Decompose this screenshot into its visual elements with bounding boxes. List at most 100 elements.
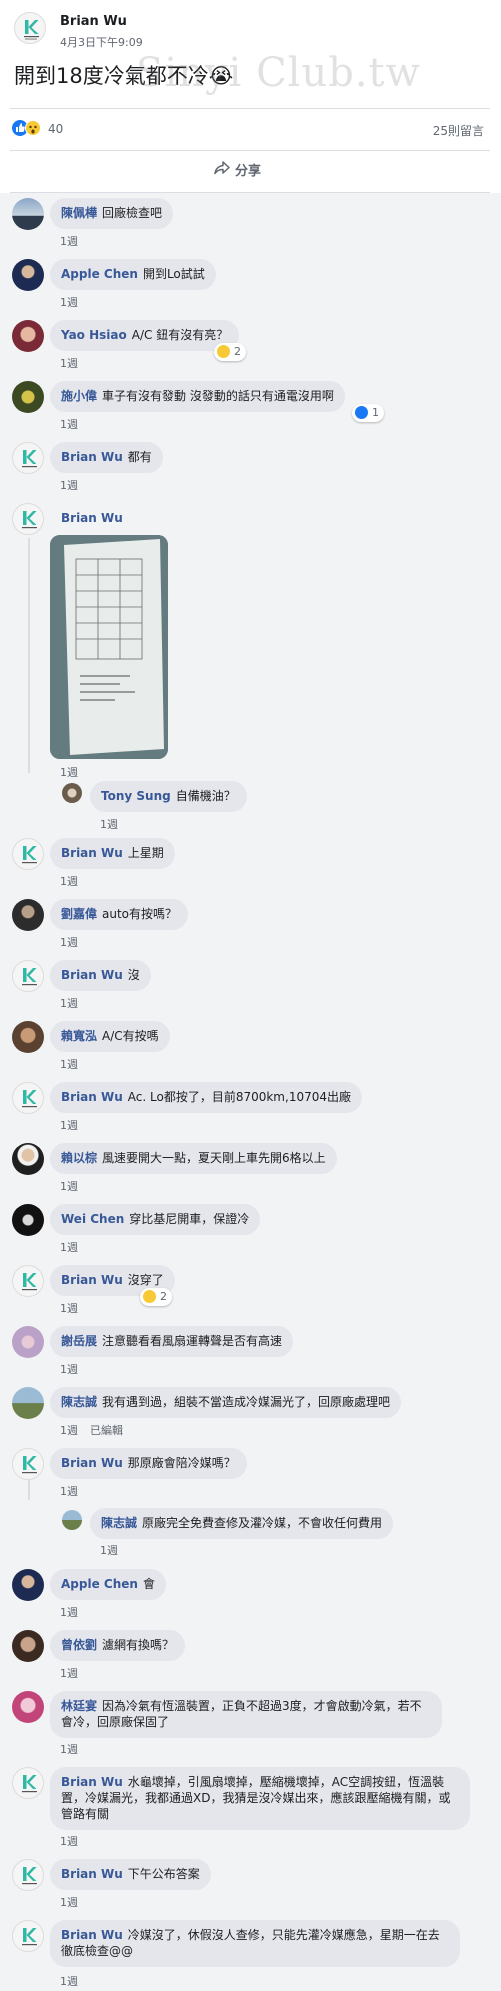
author-avatar[interactable] — [14, 12, 46, 44]
comment-bubble: Brian Wu 都有 — [50, 442, 163, 473]
reactions-bar[interactable]: 40 25則留言 — [12, 118, 490, 142]
avatar[interactable] — [12, 259, 44, 291]
comment-text: 我有遇到過，組裝不當造成冷媒漏光了，回原廠處理吧 — [102, 1395, 391, 1409]
avatar[interactable] — [12, 1767, 44, 1799]
avatar[interactable] — [12, 1143, 44, 1175]
avatar[interactable] — [12, 899, 44, 931]
commenter-name[interactable]: Yao Hsiao — [61, 328, 127, 342]
comment-bubble: Brian Wu 下午公布答案 — [50, 1859, 211, 1890]
commenter-name[interactable]: Apple Chen — [61, 1577, 138, 1591]
avatar[interactable] — [12, 1326, 44, 1358]
comment-time[interactable]: 1週 — [60, 1833, 78, 1849]
comment-time[interactable]: 1週 — [60, 764, 78, 780]
commenter-name[interactable]: Wei Chen — [61, 1212, 124, 1226]
avatar[interactable] — [12, 198, 44, 230]
comment-time[interactable]: 1週 — [60, 1056, 78, 1072]
comment-bubble: 施小偉 車子有沒有發動 沒發動的話只有通電沒用啊 — [50, 381, 345, 412]
avatar[interactable] — [12, 1859, 44, 1891]
commenter-name[interactable]: Brian Wu — [61, 846, 123, 860]
commenter-name[interactable]: Apple Chen — [61, 267, 138, 281]
comment-time[interactable]: 1週 — [60, 233, 78, 249]
avatar[interactable] — [12, 381, 44, 413]
avatar[interactable] — [12, 503, 44, 535]
comment-time[interactable]: 1週 — [100, 1542, 118, 1558]
commenter-name[interactable]: 曾依劉 — [61, 1638, 97, 1652]
comment-text: 注意聽看看風扇運轉聲是否有高速 — [102, 1334, 283, 1348]
comment-time[interactable]: 1週 — [60, 1741, 78, 1757]
comment-bubble: 賴以棕 風速要開大一點，夏天剛上車先開6格以上 — [50, 1143, 337, 1174]
commenter-name[interactable]: Tony Sung — [101, 789, 171, 803]
commenter-name[interactable]: 陳佩樺 — [61, 206, 97, 220]
avatar[interactable] — [62, 1510, 82, 1530]
share-label: 分享 — [235, 164, 262, 179]
comment-text: 濾網有換嗎？ — [102, 1638, 175, 1652]
comment-time[interactable]: 1週 — [60, 873, 78, 889]
avatar[interactable] — [12, 320, 44, 352]
commenter-name[interactable]: 賴寬泓 — [61, 1029, 97, 1043]
commenter-name[interactable]: Brian Wu — [61, 1273, 123, 1287]
commenter-name[interactable]: Brian Wu — [61, 1928, 123, 1942]
commenter-name[interactable]: Brian Wu — [61, 511, 123, 525]
commenter-name[interactable]: 劉嘉偉 — [61, 907, 97, 921]
comment-time[interactable]: 1週 — [100, 816, 118, 832]
commenter-name[interactable]: Brian Wu — [61, 1867, 123, 1881]
comment-time[interactable]: 1週 — [60, 1239, 78, 1255]
commenter-name[interactable]: 陳志誠 — [61, 1395, 97, 1409]
commenter-name[interactable]: Brian Wu — [61, 450, 123, 464]
avatar[interactable] — [12, 960, 44, 992]
commenter-name[interactable]: Brian Wu — [61, 1090, 123, 1104]
commenter-name[interactable]: Brian Wu — [61, 1456, 123, 1470]
reaction-badge[interactable]: 2 — [140, 1288, 172, 1306]
avatar[interactable] — [62, 783, 82, 803]
commenter-name[interactable]: Brian Wu — [61, 1775, 123, 1789]
post-author-name[interactable]: Brian Wu — [60, 14, 127, 29]
comment-time[interactable]: 1週 — [60, 1604, 78, 1620]
reaction-badge[interactable]: 1 — [352, 404, 384, 422]
commenter-name[interactable]: Brian Wu — [61, 968, 123, 982]
avatar[interactable] — [12, 1204, 44, 1236]
avatar[interactable] — [12, 1082, 44, 1114]
comment-text: 因為冷氣有恆溫裝置，正負不超過3度，才會啟動冷氣，若不會冷，回原廠保固了 — [61, 1699, 422, 1729]
comment-time[interactable]: 1週 — [60, 995, 78, 1011]
commenter-name[interactable]: 陳志誠 — [101, 1516, 137, 1530]
comment-time[interactable]: 1週 — [60, 1973, 78, 1989]
comment-time[interactable]: 1週 — [60, 355, 78, 371]
comment-time[interactable]: 1週 — [60, 1178, 78, 1194]
comment-time[interactable]: 1週 — [60, 416, 78, 432]
comment-time[interactable]: 1週 — [60, 294, 78, 310]
comment-time[interactable]: 1週 — [60, 1665, 78, 1681]
avatar[interactable] — [12, 1021, 44, 1053]
comment-photo[interactable] — [50, 535, 168, 759]
comment-time[interactable]: 1週 — [60, 1894, 78, 1910]
avatar[interactable] — [12, 838, 44, 870]
comment-bubble: 曾依劉 濾網有換嗎？ — [50, 1630, 186, 1661]
comment-time[interactable]: 1週 — [60, 1483, 78, 1499]
comment-time[interactable]: 1週 — [60, 1361, 78, 1377]
edited-label[interactable]: 已編輯 — [90, 1424, 123, 1437]
avatar[interactable] — [12, 442, 44, 474]
avatar[interactable] — [12, 1630, 44, 1662]
share-button[interactable]: 分享 — [214, 160, 262, 179]
comment-bubble: Yao Hsiao A/C 鈕有沒有亮？ — [50, 320, 240, 351]
commenter-name[interactable]: 施小偉 — [61, 389, 97, 403]
avatar[interactable] — [12, 1569, 44, 1601]
post-timestamp[interactable]: 4月3日下午9:09 — [60, 34, 143, 50]
avatar[interactable] — [12, 1448, 44, 1480]
avatar[interactable] — [12, 1387, 44, 1419]
avatar[interactable] — [12, 1920, 44, 1952]
avatar[interactable] — [12, 1691, 44, 1723]
comment-time[interactable]: 1週 — [60, 477, 78, 493]
comment-time[interactable]: 1週 已編輯 — [60, 1422, 123, 1438]
avatar[interactable] — [12, 1265, 44, 1297]
comment-time[interactable]: 1週 — [60, 1300, 78, 1316]
comment-text: 沒穿了 — [127, 1273, 164, 1287]
reaction-badge[interactable]: 2 — [214, 343, 246, 361]
comment-count[interactable]: 25則留言 — [433, 122, 484, 139]
comment-time[interactable]: 1週 — [60, 1117, 78, 1133]
comment-time[interactable]: 1週 — [60, 934, 78, 950]
comment-bubble: Brian Wu — [50, 503, 139, 530]
commenter-name[interactable]: 謝岳展 — [61, 1334, 97, 1348]
commenter-name[interactable]: 賴以棕 — [61, 1151, 97, 1165]
commenter-name[interactable]: 林廷宴 — [61, 1699, 97, 1713]
reaction-count[interactable]: 40 — [48, 122, 63, 136]
